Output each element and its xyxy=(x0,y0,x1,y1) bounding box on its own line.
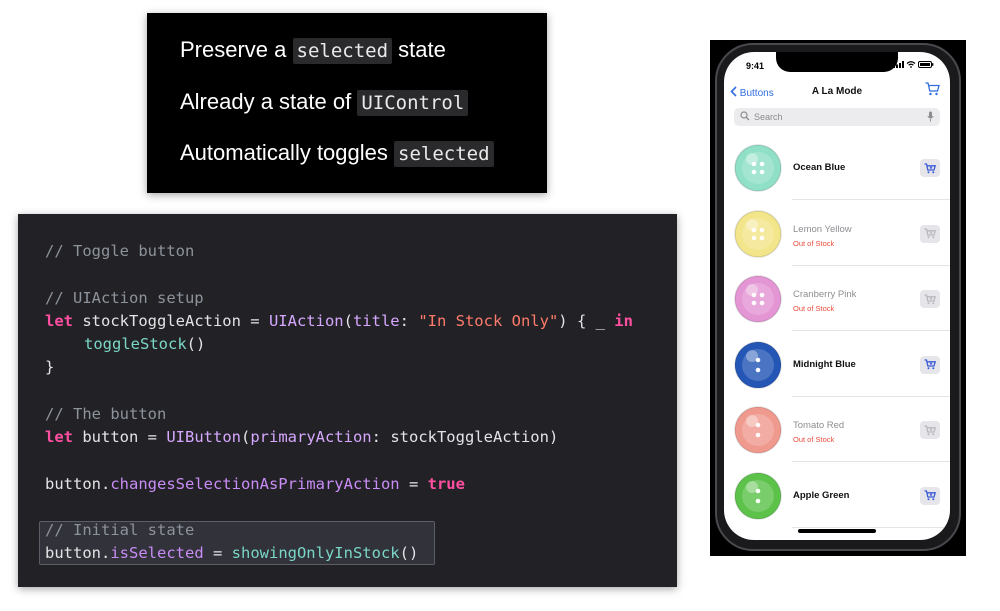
bullet-2-code: UIControl xyxy=(357,90,469,116)
item-name: Lemon Yellow xyxy=(793,223,852,235)
search-field[interactable]: Search xyxy=(734,108,940,126)
bullet-3-code: selected xyxy=(394,141,494,167)
fn-toggle-stock: toggleStock xyxy=(84,335,187,353)
list-item[interactable]: Ocean Blue xyxy=(724,135,950,200)
code-token: : xyxy=(399,312,419,330)
bullet-1: Preserve a selected state xyxy=(180,35,446,66)
prop-is-selected: isSelected xyxy=(110,544,204,562)
status-time: 9:41 xyxy=(746,61,765,71)
add-to-cart-button[interactable] xyxy=(920,486,940,505)
stock-status: Out of Stock xyxy=(793,238,835,248)
code-token: button. xyxy=(45,475,111,493)
wifi-icon xyxy=(906,61,916,68)
sewing-button-icon xyxy=(734,406,782,454)
cart-plus-icon xyxy=(924,424,936,435)
signal-icon xyxy=(892,61,904,68)
bullet-1-suffix: state xyxy=(392,37,446,62)
bullet-2: Already a state of UIControl xyxy=(180,87,469,118)
bullet-1-code: selected xyxy=(292,38,393,64)
cart-plus-icon xyxy=(924,359,936,370)
code-comment-toggle: // Toggle button xyxy=(45,242,195,260)
code-line-action: let stockToggleAction = UIAction(title: … xyxy=(45,310,633,332)
item-name: Cranberry Pink xyxy=(793,289,857,300)
item-name: Tomato Red xyxy=(793,420,845,431)
item-name: Apple Green xyxy=(793,489,850,501)
search-icon xyxy=(740,111,750,121)
bullet-2-text: Already a state of xyxy=(180,89,358,114)
sewing-button-icon xyxy=(734,144,782,192)
code-line-toggle-stock: toggleStock() xyxy=(84,333,205,355)
bullet-3-text: Automatically toggles xyxy=(180,140,394,165)
sewing-button-icon xyxy=(734,340,782,389)
code-line-close-brace: } xyxy=(45,358,55,376)
list-item[interactable]: Midnight Blue xyxy=(724,332,950,397)
item-name: Ocean Blue xyxy=(793,162,846,173)
keyword-true: true xyxy=(427,475,465,493)
keyword-let: let xyxy=(45,312,73,330)
param-title: title xyxy=(352,312,400,330)
stock-status: Out of Stock xyxy=(793,435,835,444)
code-token: button = xyxy=(73,428,167,446)
add-to-cart-button[interactable] xyxy=(920,159,940,177)
cart-plus-icon xyxy=(924,293,936,304)
cart-nav-button[interactable] xyxy=(925,82,940,101)
fn-showing-only-in-stock: showingOnlyInStock xyxy=(231,544,400,562)
sewing-button-icon xyxy=(734,275,782,323)
sewing-button-icon xyxy=(734,471,782,520)
code-line-changes-selection: button.changesSelectionAsPrimaryAction =… xyxy=(45,473,465,495)
type-uibutton: UIButton xyxy=(166,428,241,446)
code-comment-initial: // Initial state xyxy=(45,521,195,539)
status-icons xyxy=(892,61,934,70)
slide-bullets-panel: Preserve a selected state Already a stat… xyxy=(147,13,547,193)
type-uiaction: UIAction xyxy=(268,312,344,330)
code-token: () xyxy=(399,544,419,562)
code-comment-uiaction: // UIAction setup xyxy=(45,289,204,307)
bullet-1-text: Preserve a xyxy=(180,37,293,62)
item-name: Midnight Blue xyxy=(793,358,856,370)
code-panel: // Toggle button // UIAction setup let s… xyxy=(18,214,677,587)
code-token: : stockToggleAction) xyxy=(371,428,559,446)
add-to-cart-button[interactable] xyxy=(920,290,940,308)
keyword-in: in xyxy=(614,312,633,330)
code-token: ( xyxy=(343,312,353,330)
code-token: stockToggleAction = xyxy=(73,312,269,330)
add-to-cart-button[interactable] xyxy=(920,421,940,439)
sewing-button-icon xyxy=(734,209,782,258)
phone-notch xyxy=(776,52,898,72)
code-token: ( xyxy=(240,428,251,446)
list-item[interactable]: Tomato Red Out of Stock xyxy=(724,397,950,462)
code-token: () xyxy=(186,335,206,353)
code-line-is-selected: button.isSelected = showingOnlyInStock() xyxy=(45,542,418,564)
list-item[interactable]: Cranberry Pink Out of Stock xyxy=(724,266,950,331)
code-token: button. xyxy=(45,544,111,562)
microphone-icon[interactable] xyxy=(927,111,934,122)
code-token: = xyxy=(203,544,232,562)
string-in-stock-only: "In Stock Only" xyxy=(418,312,559,330)
phone-screen: 9:41 Buttons A La Mode Search Ocean Blue… xyxy=(724,52,950,540)
list-item[interactable]: Lemon Yellow Out of Stock xyxy=(724,201,950,266)
bullet-3: Automatically toggles selected xyxy=(180,138,494,169)
row-separator xyxy=(792,526,950,528)
cart-plus-icon xyxy=(924,228,936,239)
keyword-let: let xyxy=(45,428,73,446)
param-primary-action: primaryAction xyxy=(250,428,372,446)
add-to-cart-button[interactable] xyxy=(920,224,940,243)
battery-icon xyxy=(918,61,934,68)
code-token: ) { _ xyxy=(558,312,615,330)
nav-title: A La Mode xyxy=(811,86,863,97)
search-placeholder: Search xyxy=(754,112,783,122)
stock-status: Out of Stock xyxy=(793,304,835,313)
list-item[interactable]: Apple Green xyxy=(724,463,950,528)
prop-changes-selection: changesSelectionAsPrimaryAction xyxy=(110,475,400,493)
home-indicator xyxy=(798,529,876,533)
cart-icon xyxy=(925,82,940,96)
cart-plus-icon xyxy=(924,490,936,501)
code-comment-button: // The button xyxy=(45,405,167,423)
add-to-cart-button[interactable] xyxy=(920,355,940,374)
code-token: = xyxy=(399,475,428,493)
code-line-button: let button = UIButton(primaryAction: sto… xyxy=(45,426,558,448)
cart-plus-icon xyxy=(924,162,936,173)
